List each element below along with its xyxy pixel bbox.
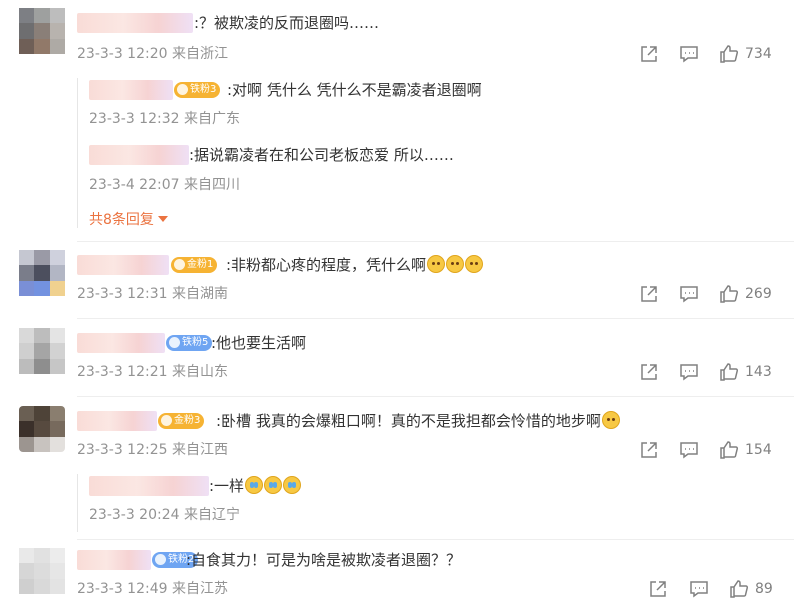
location: 来自浙江	[171, 46, 228, 62]
avatar[interactable]	[19, 8, 65, 54]
location: 来自广东	[183, 111, 240, 127]
username-blurred[interactable]	[77, 333, 165, 353]
caret-down-icon	[157, 216, 168, 222]
comment-meta: 23-3-3 12:49 来自江苏	[77, 580, 228, 598]
more-replies-link[interactable]: 共8条回复	[89, 211, 168, 229]
location: 来自辽宁	[183, 507, 240, 523]
emoji-face-icon	[465, 255, 484, 273]
share-icon[interactable]	[639, 440, 659, 460]
comment-meta: 23-3-3 12:31 来自湖南	[77, 285, 228, 303]
divider	[77, 396, 794, 397]
emoji-cry-icon	[264, 476, 283, 494]
reply-meta: 23-3-4 22:07 来自四川	[89, 176, 240, 194]
like-count: 143	[745, 364, 772, 380]
reply-text: :对啊 凭什么 凭什么不是霸凌者退圈啊	[227, 81, 482, 99]
emoji-face-icon	[427, 255, 446, 273]
comment-icon[interactable]	[679, 284, 699, 304]
timestamp: 23-3-4 22:07	[89, 177, 180, 193]
timestamp: 23-3-3 12:49	[77, 581, 168, 597]
username-blurred[interactable]	[77, 13, 193, 33]
comment-text-content: :非粉都心疼的程度，凭什么啊	[226, 256, 427, 274]
timestamp: 23-3-3 12:20	[77, 46, 168, 62]
divider	[77, 539, 794, 540]
like-count: 269	[745, 286, 772, 302]
fan-badge: 金粉1	[171, 257, 218, 273]
username-blurred[interactable]	[77, 550, 151, 570]
comment-meta: 23-3-3 12:25 来自江西	[77, 441, 228, 459]
reply-divider	[77, 474, 78, 532]
username-blurred[interactable]	[77, 411, 157, 431]
username-blurred[interactable]	[77, 255, 169, 275]
comment-meta: 23-3-3 12:21 来自山东	[77, 363, 228, 381]
thumbs-up-icon[interactable]	[719, 44, 739, 64]
reply-text: :一样	[209, 476, 302, 496]
reply-text: :据说霸凌者在和公司老板恋爱 所以……	[189, 146, 454, 164]
emoji-cry-icon	[245, 476, 264, 494]
comment-text-content: :卧槽 我真的会爆粗口啊！真的不是我担都会怜惜的地步啊	[216, 412, 601, 430]
fan-badge: 金粉3	[158, 413, 205, 429]
comment-text: :自食其力！可是为啥是被欺凌者退圈？？	[186, 551, 462, 569]
share-icon[interactable]	[648, 579, 668, 599]
divider	[77, 318, 794, 319]
divider	[77, 241, 794, 242]
like-count: 154	[745, 442, 772, 458]
timestamp: 23-3-3 20:24	[89, 507, 180, 523]
avatar[interactable]	[19, 250, 65, 296]
avatar[interactable]	[19, 406, 65, 452]
reply-username-blurred[interactable]	[89, 80, 173, 100]
comment-icon[interactable]	[679, 44, 699, 64]
timestamp: 23-3-3 12:32	[89, 111, 180, 127]
avatar[interactable]	[19, 328, 65, 374]
reply-text-content: :一样	[209, 477, 245, 495]
comment-text: :非粉都心疼的程度，凭什么啊	[226, 255, 484, 275]
fan-badge: 铁粉5	[166, 335, 213, 351]
thumbs-up-icon[interactable]	[729, 579, 749, 599]
location: 来自江西	[171, 442, 228, 458]
share-icon[interactable]	[639, 44, 659, 64]
like-count: 89	[755, 581, 773, 597]
location: 来自山东	[171, 364, 228, 380]
emoji-cry-icon	[283, 476, 302, 494]
location: 来自湖南	[171, 286, 228, 302]
comment-text: :卧槽 我真的会爆粗口啊！真的不是我担都会怜惜的地步啊	[216, 411, 620, 431]
timestamp: 23-3-3 12:31	[77, 286, 168, 302]
share-icon[interactable]	[639, 362, 659, 382]
thumbs-up-icon[interactable]	[719, 440, 739, 460]
reply-meta: 23-3-3 20:24 来自辽宁	[89, 506, 240, 524]
comment-icon[interactable]	[679, 440, 699, 460]
avatar[interactable]	[19, 548, 65, 594]
more-replies-label: 共8条回复	[89, 212, 154, 228]
reply-username-blurred[interactable]	[89, 145, 189, 165]
comment-text: :他也要生活啊	[211, 334, 307, 352]
share-icon[interactable]	[639, 284, 659, 304]
comment-icon[interactable]	[679, 362, 699, 382]
reply-meta: 23-3-3 12:32 来自广东	[89, 110, 240, 128]
thumbs-up-icon[interactable]	[719, 284, 739, 304]
reply-username-blurred[interactable]	[89, 476, 209, 496]
fan-badge: 铁粉3	[174, 82, 221, 98]
comment-icon[interactable]	[689, 579, 709, 599]
comment-text: :？被欺凌的反而退圈吗……	[194, 14, 380, 32]
emoji-face-icon	[601, 411, 620, 429]
thumbs-up-icon[interactable]	[719, 362, 739, 382]
comment-meta: 23-3-3 12:20 来自浙江	[77, 45, 228, 63]
timestamp: 23-3-3 12:21	[77, 364, 168, 380]
location: 来自江苏	[171, 581, 228, 597]
emoji-face-icon	[446, 255, 465, 273]
timestamp: 23-3-3 12:25	[77, 442, 168, 458]
like-count: 734	[745, 46, 772, 62]
location: 来自四川	[183, 177, 240, 193]
reply-divider	[77, 78, 78, 228]
